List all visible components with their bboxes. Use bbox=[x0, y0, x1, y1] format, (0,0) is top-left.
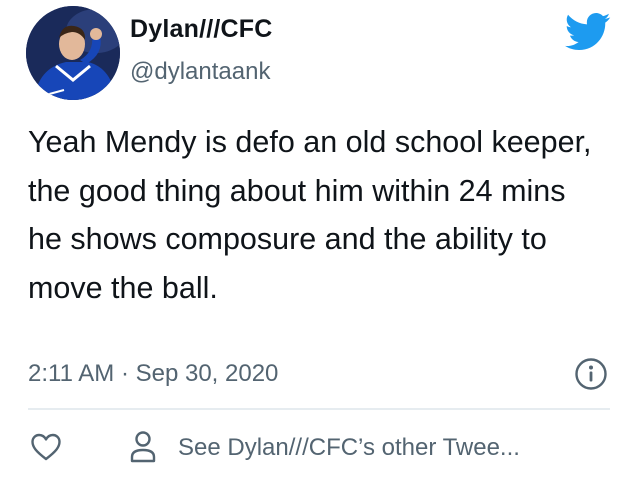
heart-icon[interactable] bbox=[30, 432, 62, 462]
divider bbox=[28, 408, 610, 410]
other-tweets-link[interactable]: See Dylan///CFC’s other Twee... bbox=[178, 434, 520, 462]
tweet-card: Dylan///CFC @dylantaank Yeah Mendy is de… bbox=[0, 0, 630, 480]
info-icon[interactable] bbox=[574, 357, 608, 391]
tweet-timestamp[interactable]: 2:11 AM · Sep 30, 2020 bbox=[28, 360, 278, 388]
tweet-text: Yeah Mendy is defo an old school keeper,… bbox=[28, 125, 592, 305]
person-icon[interactable] bbox=[129, 430, 157, 464]
display-name[interactable]: Dylan///CFC bbox=[130, 15, 273, 44]
user-handle[interactable]: @dylantaank bbox=[130, 58, 270, 86]
avatar[interactable] bbox=[26, 6, 120, 100]
avatar-image bbox=[26, 6, 120, 100]
twitter-bird-icon[interactable] bbox=[565, 12, 611, 52]
